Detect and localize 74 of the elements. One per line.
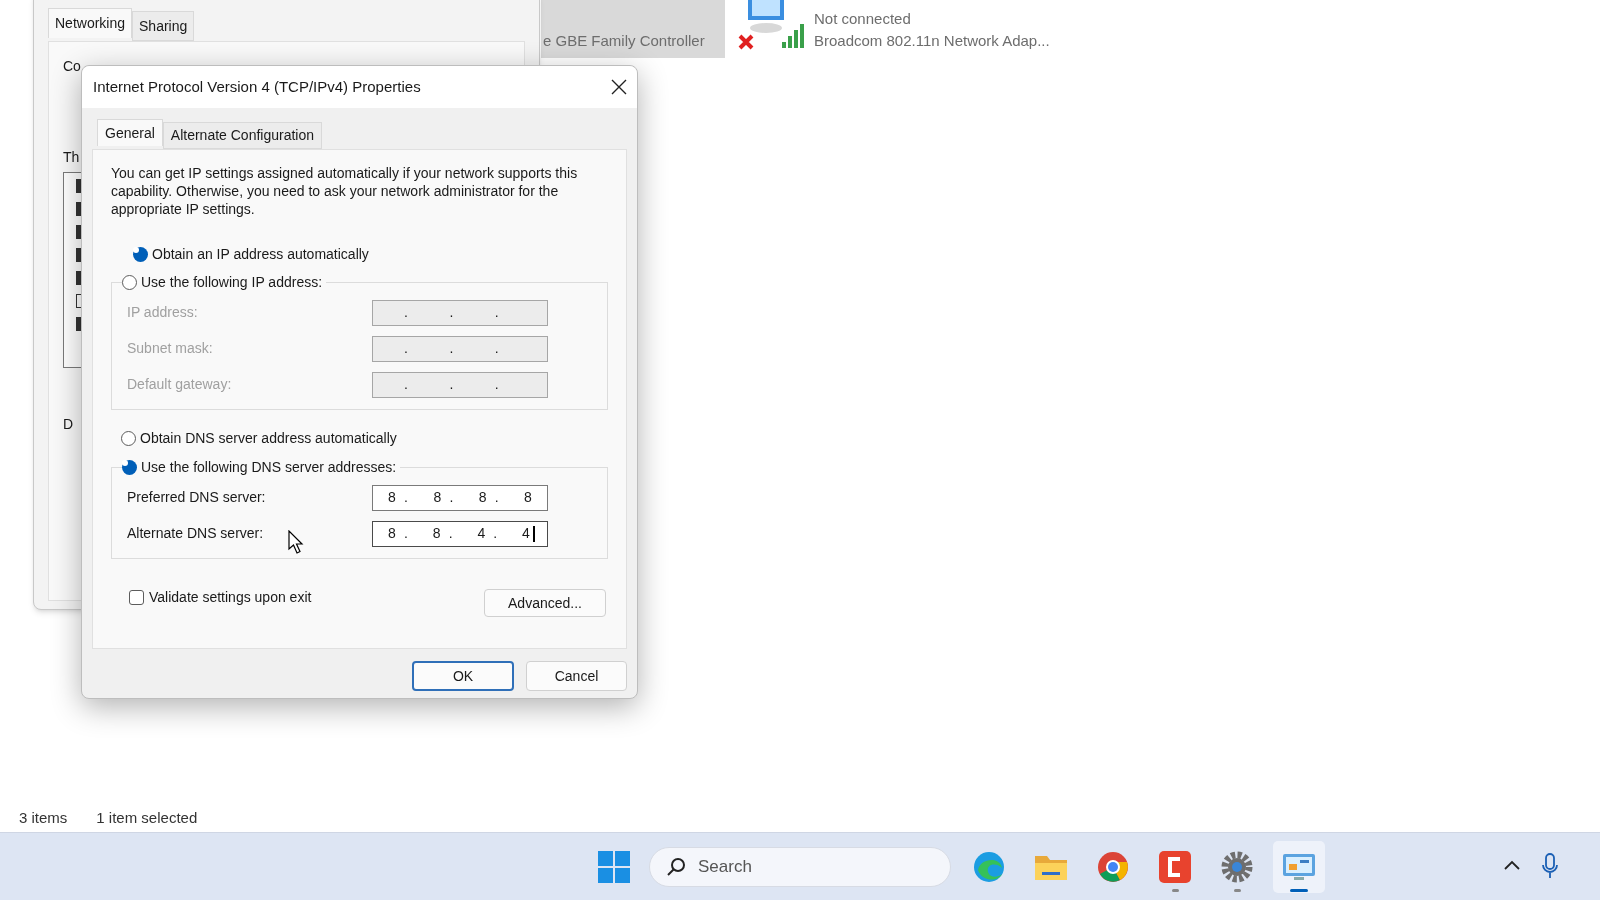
tab[interactable]: Sharing (132, 11, 195, 41)
octet-separator: . (448, 339, 455, 358)
tab[interactable]: Alternate Configuration (162, 122, 322, 149)
adapter-item[interactable]: Not connected Broadcom 802.11n Network Adap... (728, 0, 1088, 58)
window-title: Internet Protocol Version 4 (TCP/IPv4) Properties (93, 76, 421, 97)
checkbox[interactable] (129, 589, 144, 605)
octet-value: 4 (476, 524, 487, 543)
octet-separator: . (493, 375, 500, 394)
octet-separator: . (448, 375, 455, 394)
cancel-button[interactable]: Cancel (526, 661, 627, 691)
ip-address-field[interactable]: 8 . 8 . 4 . 4 (372, 520, 548, 547)
octet-separator: . (447, 524, 454, 543)
tab[interactable]: General (97, 119, 163, 146)
adapter-detail: Not connected (814, 9, 912, 29)
octet-separator: . (493, 488, 500, 507)
ip-address-field[interactable]: 8 . 8 . 8 . 8 (372, 484, 548, 511)
radio-button[interactable] (121, 430, 136, 446)
search-icon (666, 856, 686, 877)
octet-value: 8 (387, 488, 397, 507)
browser-circle-icon[interactable] (1096, 849, 1130, 884)
octet-value: 8 (387, 524, 397, 543)
settings-icon[interactable] (1220, 849, 1254, 884)
field-label: Preferred DNS server: (127, 488, 266, 507)
field-label: Default gateway: (127, 375, 232, 394)
search-field[interactable]: Search (649, 846, 951, 887)
start-icon[interactable] (597, 849, 631, 884)
radio-button[interactable] (122, 275, 137, 290)
adapter-item[interactable]: e GBE Family Controller (541, 0, 725, 58)
field-label: IP address: (127, 303, 198, 322)
octet-separator: . (403, 339, 409, 358)
octet-value: 8 (432, 488, 443, 507)
octet-separator: . (403, 375, 409, 394)
radio-label: Use the following DNS server addresses: (141, 458, 397, 477)
field-label: Alternate DNS server: (127, 524, 264, 543)
radio-button[interactable] (122, 460, 137, 475)
field-label: D (63, 415, 75, 434)
octet-separator: . (403, 524, 409, 543)
status-text: 1 item selected (96, 808, 198, 828)
microphone-icon[interactable] (1542, 853, 1558, 879)
octet-separator: . (492, 524, 499, 543)
status-text: 3 items (19, 808, 68, 828)
octet-separator: . (403, 488, 409, 507)
octet-value: 8 (523, 488, 533, 507)
octet-value: 8 (431, 524, 442, 543)
adapter-name: e GBE Family Controller (543, 30, 705, 51)
recorder-app-icon[interactable] (1158, 849, 1192, 884)
octet-separator: . (493, 339, 500, 358)
adapter-detail: Broadcom 802.11n Network Adap... (814, 31, 1050, 51)
mouse-pointer-icon (288, 530, 304, 554)
browser-swirl-icon[interactable] (972, 849, 1006, 884)
radio-label: Obtain DNS server address automatically (140, 428, 397, 448)
chevron-up-icon[interactable] (1503, 859, 1521, 871)
close-icon[interactable] (611, 79, 627, 95)
radio-label: Use the following IP address: (141, 273, 323, 292)
text-caret (532, 525, 535, 542)
octet-value: 8 (477, 488, 488, 507)
intro-text: You can get IP settings assigned automatically if your network supports this capability. Otherwise, you need to ask your network administrator for the appropriate IP settings. (111, 164, 579, 218)
octet-value: 4 (521, 524, 531, 543)
taskbar-app[interactable] (1273, 840, 1325, 893)
checkbox-label: Validate settings upon exit (149, 587, 312, 607)
field-label: Co (63, 57, 82, 76)
advanced-button[interactable]: Advanced... (484, 589, 606, 617)
radio-label: Obtain an IP address automatically (152, 244, 369, 264)
field-label: Subnet mask: (127, 339, 213, 358)
control-panel-icon[interactable] (1282, 851, 1316, 882)
search-placeholder: Search (698, 855, 752, 878)
ok-button[interactable]: OK (412, 661, 514, 691)
octet-separator: . (493, 303, 500, 322)
tab[interactable]: Networking (48, 8, 133, 38)
radio-button[interactable] (133, 246, 148, 262)
octet-separator: . (448, 303, 455, 322)
octet-separator: . (448, 488, 455, 507)
field-label: Th (63, 148, 81, 167)
octet-separator: . (403, 303, 409, 322)
